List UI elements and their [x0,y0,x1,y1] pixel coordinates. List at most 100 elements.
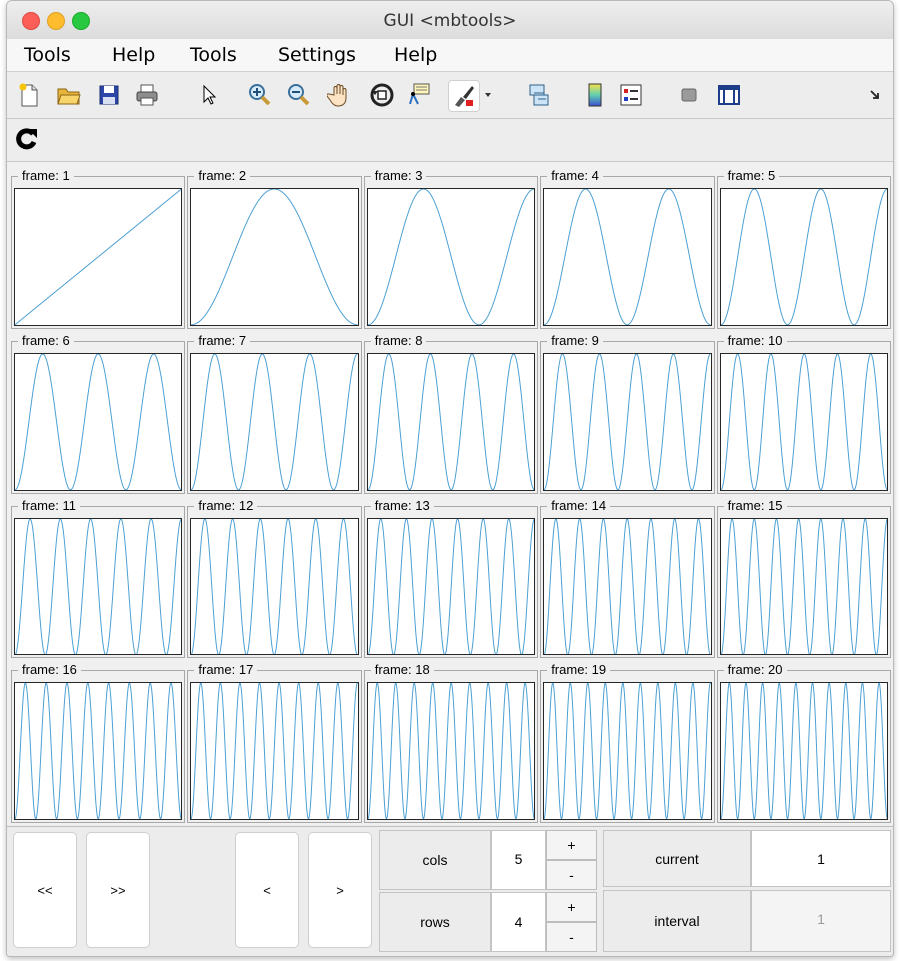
toolbar-overflow-icon[interactable] [865,80,885,110]
rows-value-field[interactable]: 4 [491,892,546,952]
frame-panel: frame: 19 [540,662,715,823]
frame-panel: frame: 7 [187,332,362,494]
frame-title: frame: 19 [547,662,611,679]
show-plot-tools-icon[interactable] [714,80,744,110]
frame-axes[interactable] [14,188,183,326]
menu-settings[interactable]: Settings [278,44,356,66]
frame-axes[interactable] [190,517,359,656]
frame-series-line [720,518,887,655]
frame-title: frame: 16 [18,662,81,679]
frame-series-line [720,683,887,819]
cols-value-field[interactable]: 5 [491,830,546,890]
frame-panel: frame: 14 [540,497,715,659]
frame-series-line [544,683,711,819]
frame-axes[interactable] [366,517,536,656]
frame-panel: frame: 5 [716,168,891,329]
hide-plot-tools-icon[interactable] [674,80,704,110]
frame-panel: frame: 10 [716,332,891,494]
rows-decrement-button[interactable]: - [546,922,597,952]
cols-decrement-button[interactable]: - [546,860,597,890]
frame-axes[interactable] [366,352,536,491]
colorbar-icon[interactable] [580,80,610,110]
frame-axes[interactable] [14,517,183,656]
frame-axes[interactable] [14,682,183,820]
interval-value-field[interactable]: 1 [751,890,891,952]
frame-axes[interactable] [719,517,888,656]
legend-icon[interactable] [616,80,646,110]
zoom-in-icon[interactable] [245,80,275,110]
next-page-button[interactable]: >> [86,832,150,948]
frame-title: frame: 11 [18,497,80,514]
frame-axes[interactable] [366,188,536,326]
frame-series-line [367,353,535,490]
frame-panel: frame: 20 [716,662,891,823]
frame-series-line [367,683,535,819]
menu-tools-2[interactable]: Tools [190,44,237,66]
frame-series-line [544,353,711,490]
frame-panel: frame: 11 [11,497,186,659]
frame-title: frame: 7 [194,332,251,349]
rows-increment-button[interactable]: + [546,892,597,922]
frame-panel: frame: 6 [11,332,186,494]
frame-axes[interactable] [719,682,888,820]
rotate-3d-icon[interactable] [367,80,397,110]
zoom-out-icon[interactable] [284,80,314,110]
frame-axes[interactable] [543,352,712,491]
previous-frame-button[interactable]: < [235,832,299,948]
frame-series-line [15,353,182,490]
frame-panel: frame: 18 [363,662,539,823]
frame-panel: frame: 8 [363,332,539,494]
menu-bar: Tools Help Tools Settings Help [7,39,893,72]
brush-dropdown-icon[interactable] [480,80,496,110]
frames-grid: frame: 1 frame: 2 frame: 3 frame: 4 frame: 5… [7,162,893,825]
menu-help[interactable]: Help [112,44,155,66]
frame-series-line [15,518,182,655]
print-icon[interactable] [132,80,162,110]
frame-axes[interactable] [543,517,712,656]
frame-panel: frame: 13 [363,497,539,659]
data-cursor-icon[interactable] [405,80,435,110]
frame-title: frame: 4 [547,168,603,184]
frame-axes[interactable] [719,352,888,491]
pointer-icon[interactable] [194,80,224,110]
navigation-controls: << >> < > cols 5 + - rows 4 + - current … [7,826,893,956]
frame-title: frame: 6 [18,332,74,349]
save-icon[interactable] [94,80,124,110]
next-frame-button[interactable]: > [308,832,372,948]
frame-title: frame: 17 [194,662,258,679]
open-folder-icon[interactable] [54,80,84,110]
frame-axes[interactable] [190,682,359,820]
new-file-icon[interactable] [14,80,44,110]
frame-title: frame: 13 [370,497,434,514]
frame-panel: frame: 12 [187,497,362,659]
cols-increment-button[interactable]: + [546,830,597,860]
frame-panel: frame: 4 [540,168,715,329]
first-page-button[interactable]: << [13,832,77,948]
frame-axes[interactable] [14,352,183,491]
menu-tools[interactable]: Tools [24,44,71,66]
app-window: GUI <mbtools> Tools Help Tools Settings … [6,0,894,957]
frame-panel: frame: 3 [363,168,539,329]
title-bar: GUI <mbtools> [7,1,893,40]
frame-axes[interactable] [719,188,888,326]
menu-help-2[interactable]: Help [394,44,437,66]
frame-axes[interactable] [190,188,359,326]
brush-icon[interactable] [448,80,480,112]
frame-series-line [15,189,182,325]
frame-panel: frame: 15 [716,497,891,659]
frame-title: frame: 14 [547,497,611,514]
frame-series-line [15,683,182,819]
frame-panel: frame: 16 [11,662,186,823]
pan-hand-icon[interactable] [325,80,355,110]
frame-panel: frame: 17 [187,662,362,823]
frame-axes[interactable] [366,682,536,820]
frame-series-line [191,518,358,655]
frame-axes[interactable] [190,352,359,491]
refresh-icon[interactable] [12,124,42,154]
frame-axes[interactable] [543,188,712,326]
link-plot-icon[interactable] [524,80,554,110]
current-value-field[interactable]: 1 [751,830,891,887]
interval-label: interval [603,890,751,952]
frame-axes[interactable] [543,682,712,820]
frame-series-line [367,189,535,325]
